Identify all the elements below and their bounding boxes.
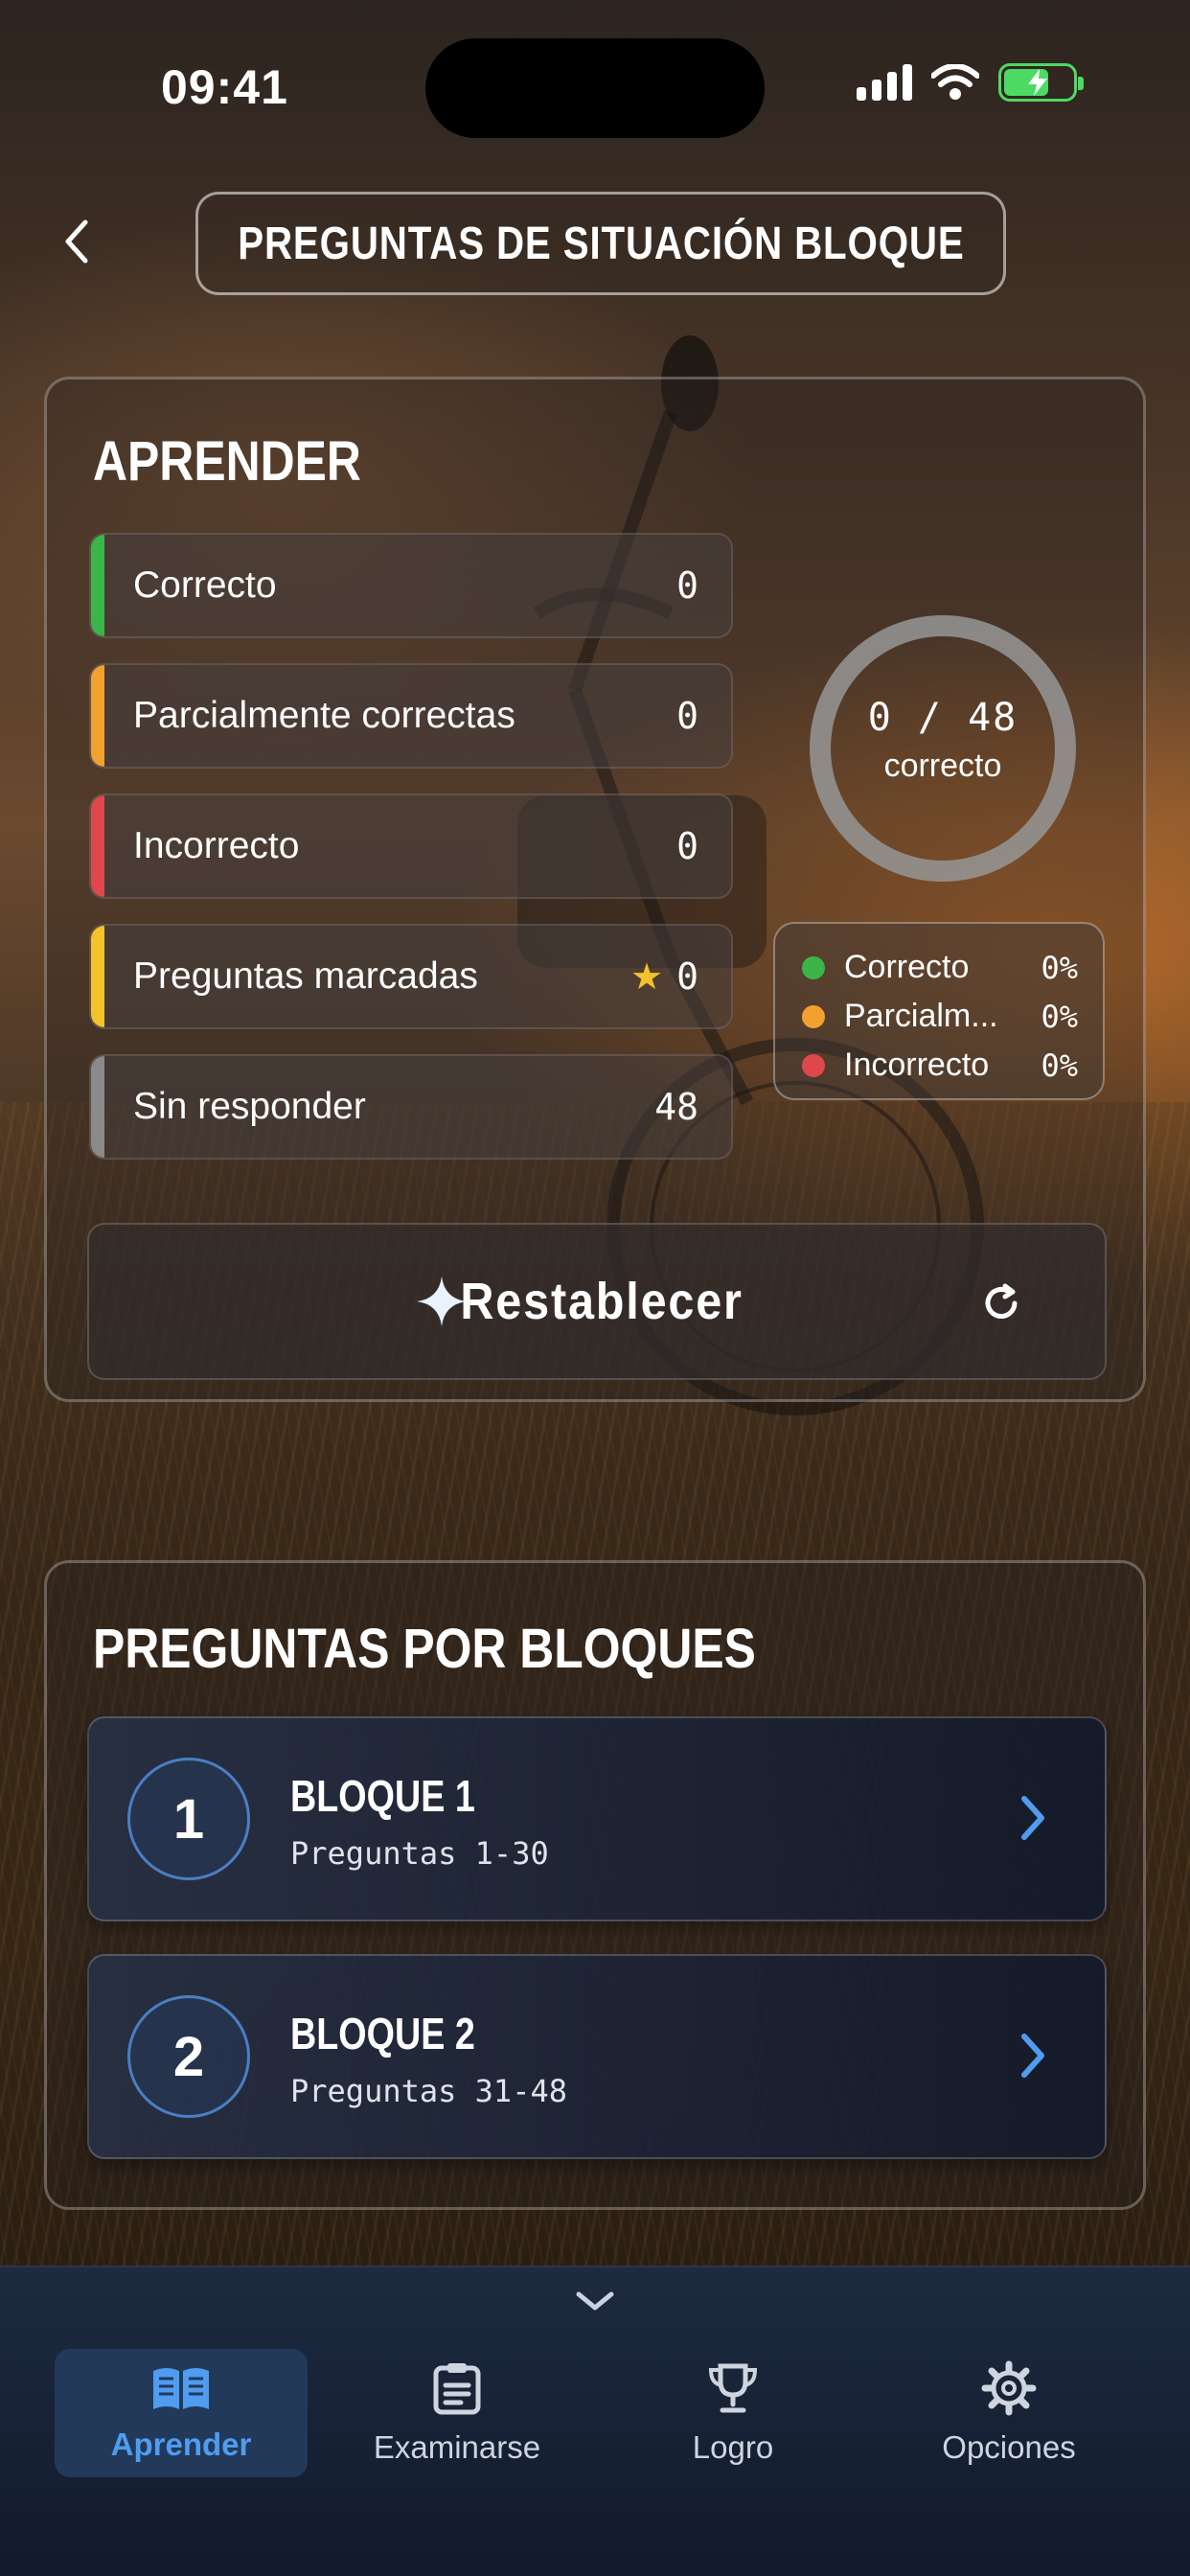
refresh-icon <box>985 1283 1018 1319</box>
legend-name: Parcialm... <box>844 998 998 1034</box>
blocks-section-title: PREGUNTAS POR BLOQUES <box>93 1618 756 1680</box>
wifi-icon <box>931 64 979 100</box>
chevron-right-icon <box>1021 2034 1044 2078</box>
page-title: PREGUNTAS DE SITUACIÓN BLOQUE <box>237 218 965 269</box>
tab-examinarse[interactable]: Examinarse <box>331 2349 584 2477</box>
dynamic-island <box>425 38 765 138</box>
tab-opciones[interactable]: Opciones <box>882 2349 1135 2477</box>
stat-row-correct[interactable]: Correcto 0 <box>89 533 733 638</box>
legend-name: Incorrecto <box>844 1046 990 1083</box>
progress-count: 0 / 48 <box>867 696 1018 740</box>
tab-label: Examinarse <box>373 2429 541 2465</box>
progress-label: correcto <box>883 748 1002 784</box>
tab-logro[interactable]: Logro <box>606 2349 859 2477</box>
stat-row-unanswered[interactable]: Sin responder 48 <box>89 1054 733 1160</box>
stat-row-marked[interactable]: Preguntas marcadas ★ 0 <box>89 924 733 1029</box>
legend-row-partial: Parcialm... 0% <box>802 992 1078 1041</box>
stat-label: Incorrecto <box>133 825 300 866</box>
stat-color-bar <box>91 665 104 767</box>
status-icons <box>857 63 1084 102</box>
stat-color-bar <box>91 795 104 897</box>
page-title-box: PREGUNTAS DE SITUACIÓN BLOQUE <box>195 192 1006 295</box>
chevron-down-icon[interactable] <box>573 2288 617 2315</box>
block-subtitle: Preguntas 31-48 <box>290 2073 567 2109</box>
stat-color-bar <box>91 535 104 636</box>
block-subtitle: Preguntas 1-30 <box>290 1835 549 1872</box>
block-number-badge: 1 <box>127 1758 250 1880</box>
progress-ring-text: 0 / 48 correcto <box>804 696 1082 785</box>
stat-color-bar <box>91 926 104 1027</box>
bottom-tab-bar: Aprender Examinarse Logro Opciones <box>0 2266 1190 2576</box>
block-number-badge: 2 <box>127 1995 250 2118</box>
learn-section-title: APRENDER <box>93 430 361 493</box>
trophy-icon <box>708 2363 758 2413</box>
legend-dot <box>802 955 825 979</box>
block-title: BLOQUE 2 <box>290 2009 475 2058</box>
gear-icon <box>981 2360 1037 2416</box>
tab-label: Aprender <box>110 2426 252 2462</box>
clipboard-icon <box>433 2363 481 2415</box>
legend-pct: 0% <box>1041 998 1078 1035</box>
legend-dot <box>802 1053 825 1077</box>
block-title: BLOQUE 1 <box>290 1771 475 1821</box>
reset-button[interactable]: Restablecer <box>87 1223 1107 1380</box>
book-icon <box>153 2368 209 2409</box>
learn-card: APRENDER Correcto 0 Parcialmente correct… <box>44 377 1146 1402</box>
stat-value: 0 <box>676 955 698 998</box>
tab-label: Logro <box>692 2429 774 2465</box>
tab-aprender[interactable]: Aprender <box>55 2349 308 2477</box>
cellular-signal-icon <box>857 64 912 101</box>
legend-name: Correcto <box>844 949 970 985</box>
status-time: 09:41 <box>161 60 288 114</box>
stat-row-partial[interactable]: Parcialmente correctas 0 <box>89 663 733 769</box>
legend-pct: 0% <box>1041 949 1078 986</box>
back-button[interactable] <box>53 213 101 270</box>
stat-row-incorrect[interactable]: Incorrecto 0 <box>89 794 733 899</box>
block-item-2[interactable]: 2 BLOQUE 2 Preguntas 31-48 <box>87 1954 1107 2159</box>
stat-label: Sin responder <box>133 1086 366 1127</box>
stat-color-bar <box>91 1056 104 1158</box>
legend-pct: 0% <box>1041 1046 1078 1084</box>
blocks-card: PREGUNTAS POR BLOQUES 1 BLOQUE 1 Pregunt… <box>44 1560 1146 2210</box>
tab-label: Opciones <box>942 2429 1076 2465</box>
stat-value: 0 <box>676 695 698 737</box>
progress-legend: Correcto 0% Parcialm... 0% Incorrecto 0% <box>773 922 1105 1100</box>
stat-label: Parcialmente correctas <box>133 695 515 736</box>
legend-row-correct: Correcto 0% <box>802 943 1078 992</box>
reset-label: Restablecer <box>460 1273 744 1330</box>
stat-value: 0 <box>676 564 698 607</box>
stat-label: Correcto <box>133 564 277 606</box>
legend-dot <box>802 1004 825 1028</box>
battery-icon <box>998 63 1084 102</box>
stat-label: Preguntas marcadas <box>133 955 478 997</box>
stat-value: 48 <box>654 1086 698 1128</box>
block-item-1[interactable]: 1 BLOQUE 1 Preguntas 1-30 <box>87 1716 1107 1921</box>
stat-value: 0 <box>676 825 698 867</box>
star-icon: ★ <box>630 956 664 998</box>
chevron-left-icon <box>65 219 88 264</box>
legend-row-incorrect: Incorrecto 0% <box>802 1041 1078 1090</box>
chevron-right-icon <box>1021 1796 1044 1840</box>
